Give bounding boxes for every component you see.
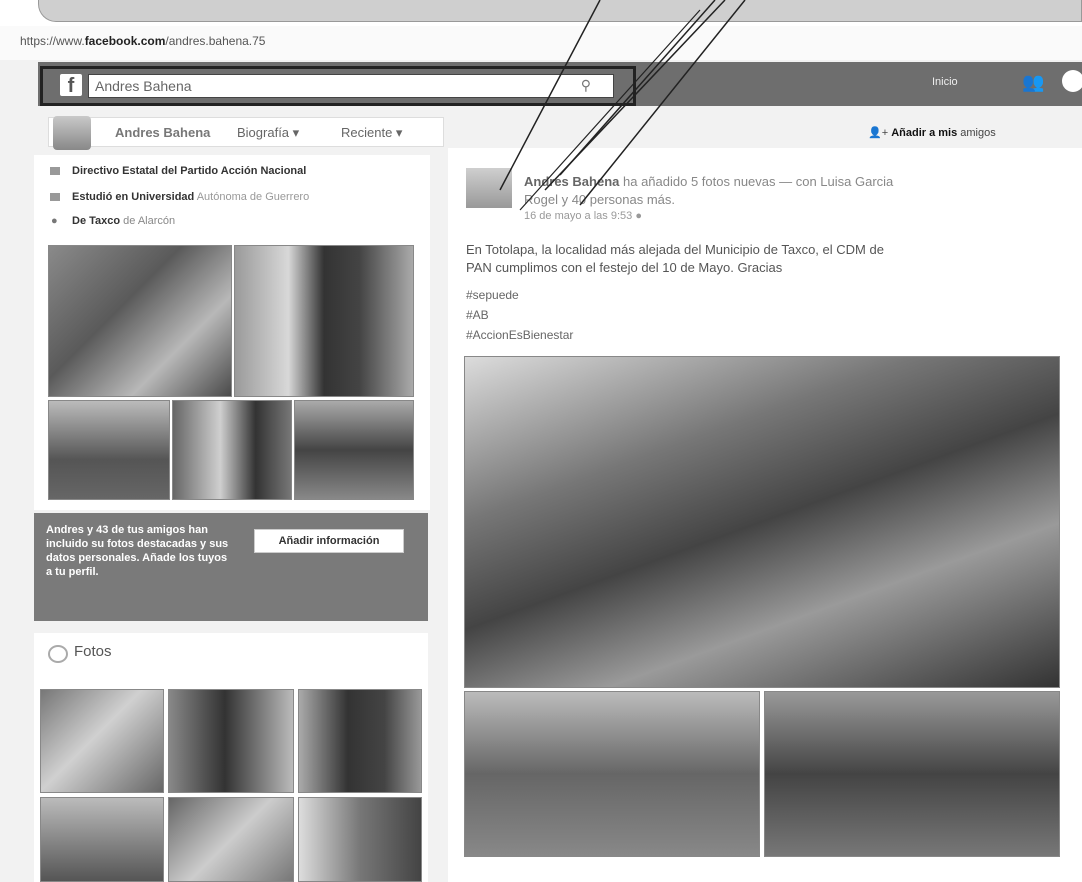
photos-title[interactable]: Fotos [74,643,112,660]
featured-photo[interactable] [48,400,170,500]
facebook-logo-icon[interactable]: f [60,74,82,97]
featured-photo[interactable] [294,400,414,500]
intro-box: Directivo Estatal del Partido Acción Nac… [34,155,430,510]
tab-biografia-label: Biografía [237,125,290,140]
search-value: Andres Bahena [95,78,192,94]
hashtag-link[interactable]: #sepuede [466,288,519,302]
tab-reciente-label: Reciente [341,125,393,140]
photos-icon [48,645,68,663]
url-domain: facebook.com [84,34,166,48]
hometown-line: De Taxco de Alarcón [72,215,175,227]
post-main-photo[interactable] [464,356,1060,688]
browser-tab-strip [0,0,1082,26]
work-icon [50,167,60,175]
hashtag-link[interactable]: #AB [466,308,489,322]
timeline-post: Andres Bahena ha añadido 5 fotos nuevas … [448,148,1082,882]
post-tagged[interactable]: Rogel y 40 personas más. [524,192,675,207]
education-icon [50,193,60,201]
post-date-text: 16 de mayo a las 9:53 [524,210,633,222]
photo-thumbnail[interactable] [168,797,294,882]
promo-text: Andres y 43 de tus amigos han incluido s… [46,524,229,578]
browser-tab[interactable] [38,0,1082,22]
hometown-rest: de Alarcón [123,215,176,227]
education-detail: Autónoma de Guerrero [196,191,310,203]
photo-thumbnail[interactable] [298,797,422,882]
photo-thumbnail[interactable] [298,689,422,793]
post-photo[interactable] [764,691,1060,857]
friend-requests-icon[interactable]: 👥 [1022,72,1044,93]
profile-nav-bar: Andres Bahena Biografía ▾ Reciente ▾ [48,116,444,150]
featured-photo[interactable] [172,400,292,500]
messages-icon[interactable] [1062,70,1082,92]
photos-section: Fotos [34,633,428,882]
location-icon: ● [51,215,58,227]
address-bar[interactable]: https://www.facebook.com/andres.bahena.7… [0,26,1082,60]
add-friend-button[interactable]: 👤+ Añadir a mis amigos [868,126,996,139]
privacy-icon: ● [635,210,642,222]
add-info-button[interactable]: Añadir información [254,529,404,553]
add-friend-icon: 👤+ [868,127,889,139]
post-author-link[interactable]: Andres Bahena [524,174,619,189]
tab-reciente[interactable]: Reciente ▾ [341,125,402,141]
featured-photo[interactable] [48,245,232,397]
add-friend-label: Añadir a mis [891,127,958,139]
tab-biografia[interactable]: Biografía ▾ [237,125,299,141]
post-body-line1: En Totolapa, la localidad más alejada de… [466,242,884,257]
post-action: ha añadido 5 fotos nuevas — con Luisa Ga… [623,174,894,189]
profile-name-link[interactable]: Andres Bahena [115,125,210,140]
url-path: /andres.bahena.75 [165,34,266,48]
featured-photo[interactable] [234,245,414,397]
education-school[interactable]: Estudió en Universidad [72,191,194,203]
post-body-line2: PAN cumplimos con el festejo del 10 de M… [466,260,783,275]
search-input[interactable]: Andres Bahena ⚲ [88,74,614,98]
url-prefix: https://www. [20,34,85,48]
search-icon[interactable]: ⚲ [581,77,591,94]
work-line: Directivo Estatal del Partido Acción Nac… [72,165,307,177]
photo-thumbnail[interactable] [40,689,164,793]
hashtag-link[interactable]: #AccionEsBienestar [466,328,573,342]
add-friend-label-rest: amigos [960,127,996,139]
nav-inicio-link[interactable]: Inicio [932,76,958,88]
profile-avatar[interactable] [53,116,91,150]
post-header: Andres Bahena ha añadido 5 fotos nuevas … [524,174,893,189]
post-photo[interactable] [464,691,760,857]
featured-info-promo: Andres y 43 de tus amigos han incluido s… [34,513,428,621]
education-line: Estudió en Universidad Autónoma de Guerr… [72,191,309,203]
photo-thumbnail[interactable] [40,797,164,882]
facebook-top-bar: f Andres Bahena ⚲ Inicio 👥 [38,62,1082,106]
photo-thumbnail[interactable] [168,689,294,793]
post-author-avatar[interactable] [466,168,512,208]
hometown-bold[interactable]: De Taxco [72,215,120,227]
post-date[interactable]: 16 de mayo a las 9:53 ● [524,210,642,222]
